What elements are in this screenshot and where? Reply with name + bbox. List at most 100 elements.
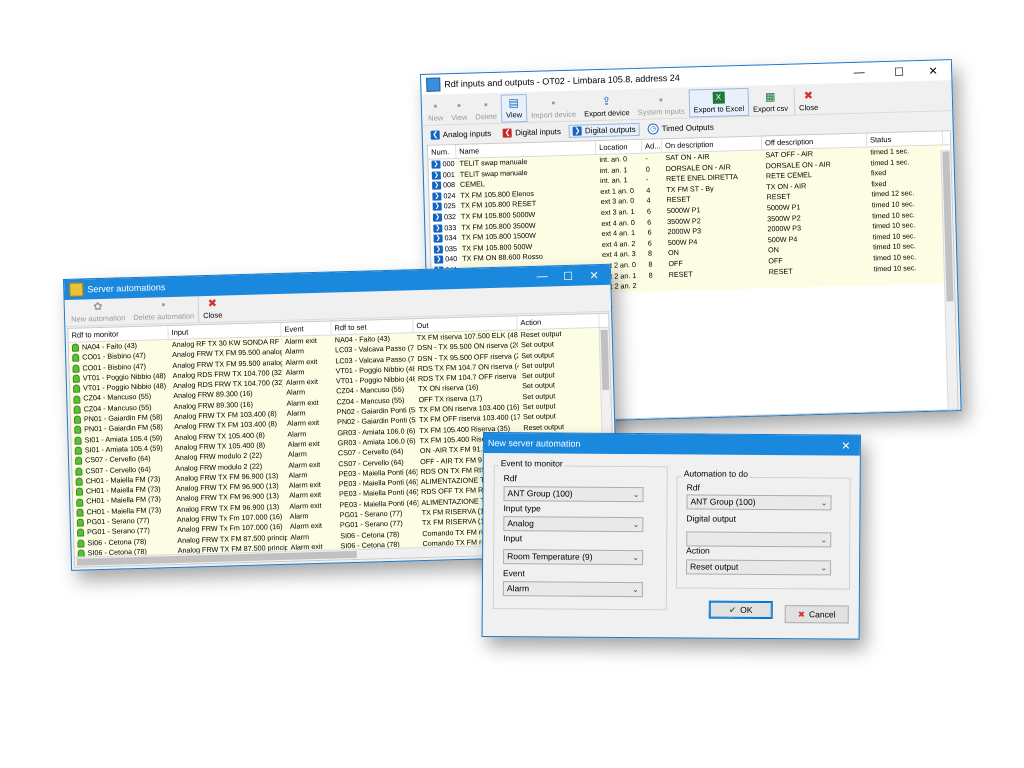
rdf-status-icon — [75, 487, 84, 496]
view-icon: ▤ — [508, 97, 520, 110]
column-header[interactable]: Ad... — [641, 139, 663, 153]
input-label: Input — [503, 533, 523, 544]
delete-automation-icon: ▪ — [161, 299, 166, 312]
view-button[interactable]: ▤ View — [500, 94, 528, 123]
app-icon — [69, 282, 84, 297]
rdf-name: CH01 - Maiella FM (73) — [85, 484, 161, 496]
rdf-status-icon — [72, 364, 80, 373]
rdf2-select[interactable]: ANT Group (100) ⌄ — [686, 494, 832, 511]
row-number: 035 — [444, 243, 458, 254]
rdf-status-icon — [73, 395, 81, 404]
delete-button[interactable]: ▪ Delete — [471, 97, 501, 124]
app-icon — [426, 77, 441, 92]
digital-outputs-icon: ❯ — [572, 126, 583, 136]
table-cell: ❯ 001 — [429, 170, 457, 181]
output-icon: ❯ — [431, 171, 441, 180]
input-type-select[interactable]: Analog ⌄ — [503, 516, 644, 533]
table-cell: 8 — [645, 269, 666, 281]
table-cell: 0 — [642, 163, 663, 176]
new-automation-icon: ✿ — [93, 300, 103, 314]
import-device-button[interactable]: ▪ Import device — [527, 95, 581, 122]
system-inputs-button[interactable]: ▪ System inputs — [633, 92, 689, 120]
rdf-name: VT01 - Poggio Nibbio (48) — [82, 371, 166, 383]
export-csv-button[interactable]: ▦ Export csv — [749, 89, 793, 116]
maximize-button[interactable]: ☐ — [556, 266, 581, 287]
view-button-disabled[interactable]: ▪ View — [447, 98, 472, 125]
timer-icon: ◷ — [647, 123, 659, 135]
new-automation-button[interactable]: ✿ New automation — [67, 298, 130, 326]
ok-button[interactable]: ✔ OK — [708, 600, 773, 620]
column-header[interactable]: Rdf to set — [331, 319, 414, 335]
column-header[interactable]: Num. — [428, 145, 457, 159]
rdf-status-icon — [72, 353, 80, 363]
rdf-name: PG01 - Serano (77) — [86, 515, 150, 527]
rdf-status-icon — [75, 467, 83, 476]
rdf-name: SI01 - Amiata 105.4 (59) — [84, 443, 163, 455]
io-window-title: Rdf inputs and outputs - OT02 - Limbara … — [444, 72, 680, 90]
row-number: 008 — [442, 180, 456, 190]
rdf-name: CH01 - Maiella FM (73) — [86, 494, 162, 506]
tab-digital-inputs[interactable]: ❮ Digital inputs — [499, 125, 565, 140]
rdf-name: SI01 - Amiata 105.4 (59) — [84, 432, 163, 445]
new-button[interactable]: ▪ New — [424, 98, 448, 125]
close-window-button[interactable]: ✕ — [921, 60, 946, 81]
rdf2-label: Rdf — [686, 482, 700, 493]
rdf-name: CO01 - Bisbino (47) — [82, 351, 146, 362]
table-cell: ❯ 000 — [428, 159, 456, 170]
srv-close-button[interactable]: ✖ Close — [197, 295, 227, 323]
rdf-name: PN01 - Gaiardin FM (58) — [84, 422, 163, 434]
maximize-button[interactable]: ☐ — [887, 61, 912, 82]
rdf-status-icon — [72, 384, 81, 394]
srv-window-title: Server automations — [87, 282, 166, 295]
column-header[interactable]: Status — [866, 131, 944, 147]
output-icon: ❯ — [433, 224, 443, 233]
tab-digital-outputs[interactable]: ❯ Digital outputs — [568, 122, 640, 138]
column-header[interactable]: Action — [517, 314, 600, 330]
rdf-status-icon — [74, 446, 82, 455]
column-header[interactable]: Location — [595, 139, 643, 155]
table-cell: 4 — [643, 185, 664, 197]
table-cell — [645, 280, 667, 292]
rdf-name: CH01 - Maiella FM (73) — [86, 505, 162, 517]
event-select[interactable]: Alarm ⌄ — [502, 581, 643, 598]
check-icon: ✔ — [729, 604, 737, 615]
table-cell: ❯ 032 — [430, 212, 458, 223]
table-cell: 6 — [644, 237, 665, 250]
close-window-button[interactable]: ✕ — [582, 265, 607, 286]
table-cell: ❯ 008 — [429, 180, 457, 191]
output-icon: ❯ — [432, 213, 443, 222]
table-cell — [765, 274, 872, 289]
rdf-name: CS07 - Cervello (64) — [84, 453, 151, 465]
table-cell: ❯ 034 — [430, 233, 458, 244]
export-device-button[interactable]: ⇪ Export device — [580, 93, 634, 120]
rdf-name: CZ04 - Mancuso (55) — [83, 402, 152, 414]
input-select[interactable]: Room Temperature (9) ⌄ — [503, 549, 644, 566]
tab-analog-inputs[interactable]: ❮ Analog inputs — [427, 127, 496, 142]
row-number: 032 — [443, 212, 457, 222]
export-icon: ⇪ — [601, 95, 612, 108]
rdf-status-icon — [76, 498, 84, 507]
rdf-status-icon — [74, 426, 82, 435]
minimize-button[interactable]: — — [530, 266, 555, 287]
rdf-status-icon — [75, 477, 83, 486]
table-cell: 6 — [644, 227, 665, 239]
export-excel-button[interactable]: X Export to Excel — [688, 87, 750, 118]
row-number: 000 — [442, 159, 455, 169]
rdf-select[interactable]: ANT Group (100) ⌄ — [503, 486, 644, 503]
action-select[interactable]: Reset output ⌄ — [686, 559, 832, 576]
close-window-button[interactable]: ✕ — [834, 435, 858, 455]
chevron-down-icon: ⌄ — [632, 490, 640, 500]
cancel-button[interactable]: ✖ Cancel — [784, 605, 849, 624]
rdf-name: CH01 - Maiella FM (73) — [85, 474, 161, 486]
close-button[interactable]: ✖ Close — [793, 87, 823, 115]
close-icon: ✖ — [803, 90, 814, 103]
rdf-name: PG01 - Serano (77) — [86, 526, 150, 537]
tab-timed-outputs[interactable]: ◷ Timed Outputs — [643, 120, 718, 137]
row-number: 025 — [443, 201, 456, 211]
minimize-button[interactable]: — — [847, 62, 872, 83]
delete-automation-button[interactable]: ▪ Delete automation — [129, 296, 199, 324]
column-header[interactable]: Event — [281, 321, 332, 336]
rdf-status-icon — [73, 415, 82, 424]
event-group-label: Event to monitor — [498, 458, 565, 469]
chevron-down-icon: ⌄ — [632, 585, 639, 595]
